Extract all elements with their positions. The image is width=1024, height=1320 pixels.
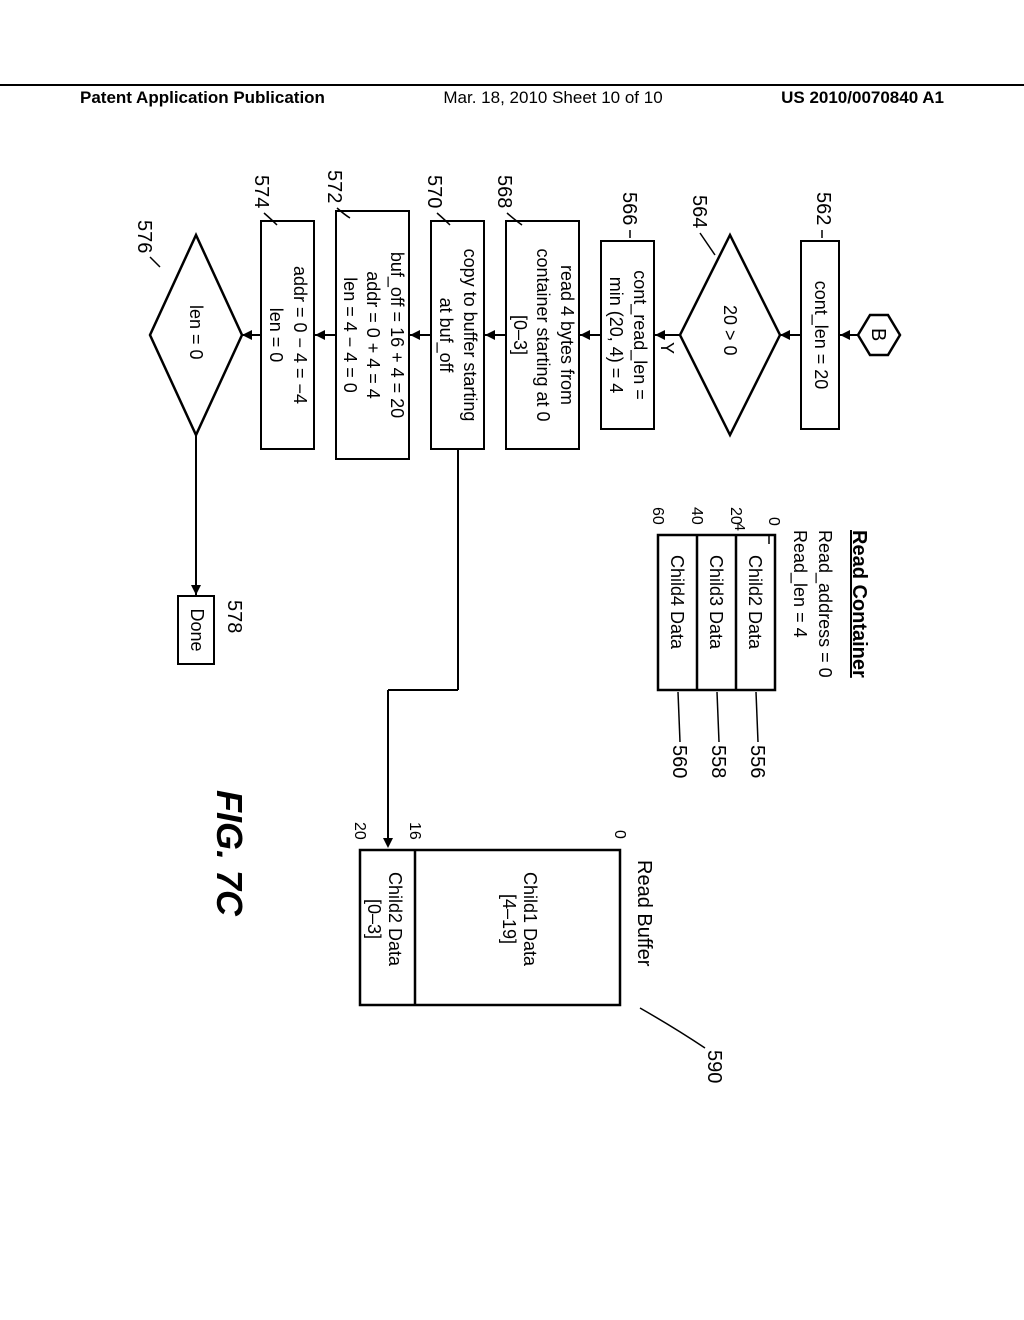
ct40: 40	[687, 507, 705, 525]
ref-564: 564	[687, 195, 710, 228]
container-addr: Read_address = 0	[814, 530, 835, 678]
ref-590: 590	[702, 1050, 725, 1083]
figure-7c: B cont_len = 20 562 20 > 0 Y 564 cont_re…	[0, 200, 900, 980]
page-header: Patent Application Publication Mar. 18, …	[0, 84, 1024, 116]
header-left: Patent Application Publication	[80, 86, 325, 108]
buffer-title: Read Buffer	[632, 860, 655, 966]
box-568: read 4 bytes from container starting at …	[505, 220, 580, 450]
container-c4: Child4 Data	[666, 555, 687, 649]
box-570: copy to buffer starting at buf_off	[430, 220, 485, 450]
ref-562: 562	[811, 192, 834, 225]
box-572: buf_off = 16 + 4 = 20 addr = 0 + 4 = 4 l…	[335, 210, 410, 460]
ref-572: 572	[322, 170, 345, 203]
decision-564: 20 > 0	[719, 305, 740, 356]
ct20: 20	[726, 507, 744, 525]
ref-568: 568	[492, 175, 515, 208]
decision-576: len = 0	[185, 305, 206, 360]
box-566: cont_read_len = min (20, 4) = 4	[600, 240, 655, 430]
ref-558: 558	[706, 745, 729, 778]
ref-576: 576	[132, 220, 155, 253]
buffer-c2: Child2 Data [0–3]	[363, 872, 405, 966]
ref-574: 574	[249, 175, 272, 208]
ref-578: 578	[222, 600, 245, 633]
ref-570: 570	[422, 175, 445, 208]
bt0: 0	[610, 830, 628, 839]
container-c2: Child2 Data	[744, 555, 765, 649]
figure-label: FIG. 7C	[208, 790, 250, 916]
container-c3: Child3 Data	[705, 555, 726, 649]
ct0: 0	[764, 517, 782, 526]
box-574: addr = 0 − 4 = −4 len = 0	[260, 220, 315, 450]
ref-556: 556	[745, 745, 768, 778]
header-center: Mar. 18, 2010 Sheet 10 of 10	[443, 86, 662, 108]
container-title: Read Container	[847, 530, 870, 678]
decision-564-yes: Y	[656, 342, 677, 354]
start-b: B	[866, 328, 889, 341]
box-done: Done	[177, 595, 215, 665]
ref-560: 560	[667, 745, 690, 778]
box-562: cont_len = 20	[800, 240, 840, 430]
header-right: US 2010/0070840 A1	[781, 86, 944, 108]
buffer-c1: Child1 Data [4–19]	[498, 872, 540, 966]
ct60: 60	[648, 507, 666, 525]
bt20: 20	[350, 822, 368, 840]
ref-566: 566	[617, 192, 640, 225]
bt16: 16	[405, 822, 423, 840]
container-len: Read_len = 4	[789, 530, 810, 638]
